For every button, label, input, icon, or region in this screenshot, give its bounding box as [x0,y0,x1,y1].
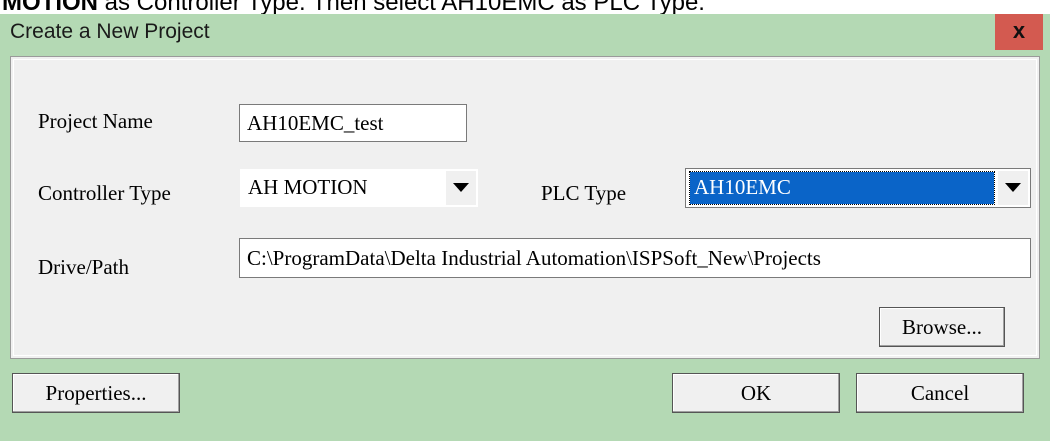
plc-type-dropdown-arrow-icon[interactable] [998,171,1028,205]
controller-type-value: AH MOTION [248,175,368,199]
controller-type-select[interactable]: AH MOTION [239,168,479,208]
properties-button[interactable]: Properties... [12,373,180,413]
create-project-dialog: Create a New Project x Project Name AH10… [0,14,1050,441]
controller-type-dropdown-arrow-icon[interactable] [446,171,476,205]
drive-path-label: Drive/Path [38,255,129,279]
ok-button[interactable]: OK [672,373,840,413]
dialog-title: Create a New Project [10,20,210,43]
close-button[interactable]: x [995,14,1043,50]
project-name-label: Project Name [38,109,153,133]
caption-text: as Controller Type. Then select AH10EMC … [98,0,705,14]
plc-type-label: PLC Type [541,181,627,205]
instruction-caption: MOTION as Controller Type. Then select A… [0,0,1050,14]
plc-type-select[interactable]: AH10EMC [685,168,1031,208]
cancel-button[interactable]: Cancel [856,373,1024,413]
dialog-client-area: Project Name AH10EMC_test Controller Typ… [10,56,1040,359]
controller-type-label: Controller Type [38,181,171,205]
dialog-titlebar[interactable]: Create a New Project x [0,14,1050,56]
browse-button[interactable]: Browse... [879,307,1005,347]
caption-bold-text: MOTION [2,0,98,14]
drive-path-input[interactable]: C:\ProgramData\Delta Industrial Automati… [239,238,1031,278]
plc-type-value: AH10EMC [689,171,995,205]
project-name-input[interactable]: AH10EMC_test [239,104,467,142]
